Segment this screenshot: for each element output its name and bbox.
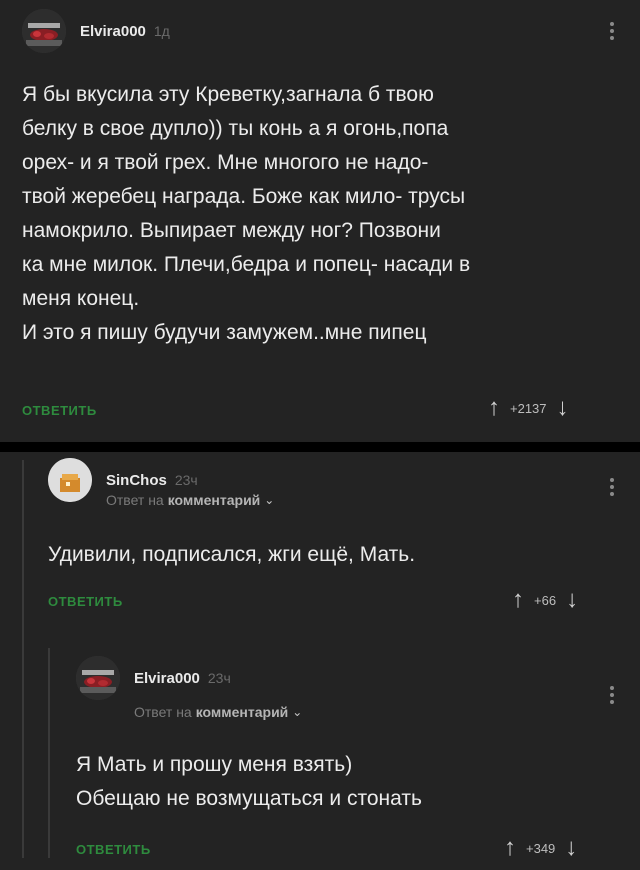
downvote-icon[interactable]: ↓ bbox=[557, 396, 569, 420]
comment-time: 23ч bbox=[174, 472, 198, 488]
chevron-down-icon: ⌄ bbox=[292, 705, 303, 719]
upvote-icon[interactable]: ↑ bbox=[512, 588, 524, 612]
reply-prefix: Ответ на bbox=[106, 492, 164, 508]
more-options-icon[interactable] bbox=[610, 686, 614, 704]
avatar[interactable] bbox=[76, 656, 120, 700]
avatar[interactable] bbox=[48, 458, 92, 502]
comment-header: Elvira000 23ч bbox=[76, 656, 231, 700]
username[interactable]: Elvira000 bbox=[134, 670, 200, 687]
rating-count: +349 bbox=[526, 840, 556, 856]
comment-card-1: Elvira000 1д Я бы вкусила эту Креветку,з… bbox=[0, 0, 640, 442]
upvote-icon[interactable]: ↑ bbox=[504, 836, 516, 860]
reply-target: комментарий bbox=[195, 704, 289, 720]
comment-header: Elvira000 1д bbox=[22, 9, 170, 53]
comment-card-2: SinChos 23ч Ответ на комментарий ⌄ Удиви… bbox=[0, 452, 640, 870]
rating-count: +66 bbox=[534, 592, 557, 608]
vote-control: ↑ +349 ↓ bbox=[504, 836, 577, 860]
rating-count: +2137 bbox=[510, 400, 547, 416]
comment-time: 1д bbox=[153, 23, 170, 39]
reply-button[interactable]: ОТВЕТИТЬ bbox=[48, 594, 123, 609]
comment-text: Я бы вкусила эту Креветку,загнала б твою… bbox=[22, 83, 471, 344]
avatar[interactable] bbox=[22, 9, 66, 53]
vote-control: ↑ +2137 ↓ bbox=[488, 396, 569, 420]
reply-to-link[interactable]: Ответ на комментарий ⌄ bbox=[134, 704, 302, 720]
reply-target: комментарий bbox=[167, 492, 261, 508]
reply-button[interactable]: ОТВЕТИТЬ bbox=[76, 842, 151, 857]
downvote-icon[interactable]: ↓ bbox=[565, 836, 577, 860]
more-options-icon[interactable] bbox=[610, 22, 614, 40]
thread-line bbox=[48, 648, 50, 858]
vote-control: ↑ +66 ↓ bbox=[512, 588, 578, 612]
reply-to-link[interactable]: Ответ на комментарий ⌄ bbox=[106, 492, 274, 508]
upvote-icon[interactable]: ↑ bbox=[488, 396, 500, 420]
reply-button[interactable]: ОТВЕТИТЬ bbox=[22, 403, 97, 418]
comment-text: Удивили, подписался, жги ещё, Мать. bbox=[48, 543, 416, 566]
comment-text: Я Мать и прошу меня взять) Обещаю не воз… bbox=[76, 753, 422, 810]
downvote-icon[interactable]: ↓ bbox=[566, 588, 578, 612]
username[interactable]: SinChos bbox=[106, 472, 167, 489]
reply-prefix: Ответ на bbox=[134, 704, 192, 720]
thread-line bbox=[22, 460, 24, 858]
chevron-down-icon: ⌄ bbox=[264, 493, 275, 507]
username[interactable]: Elvira000 bbox=[80, 23, 146, 40]
comment-time: 23ч bbox=[207, 670, 231, 686]
more-options-icon[interactable] bbox=[610, 478, 614, 496]
